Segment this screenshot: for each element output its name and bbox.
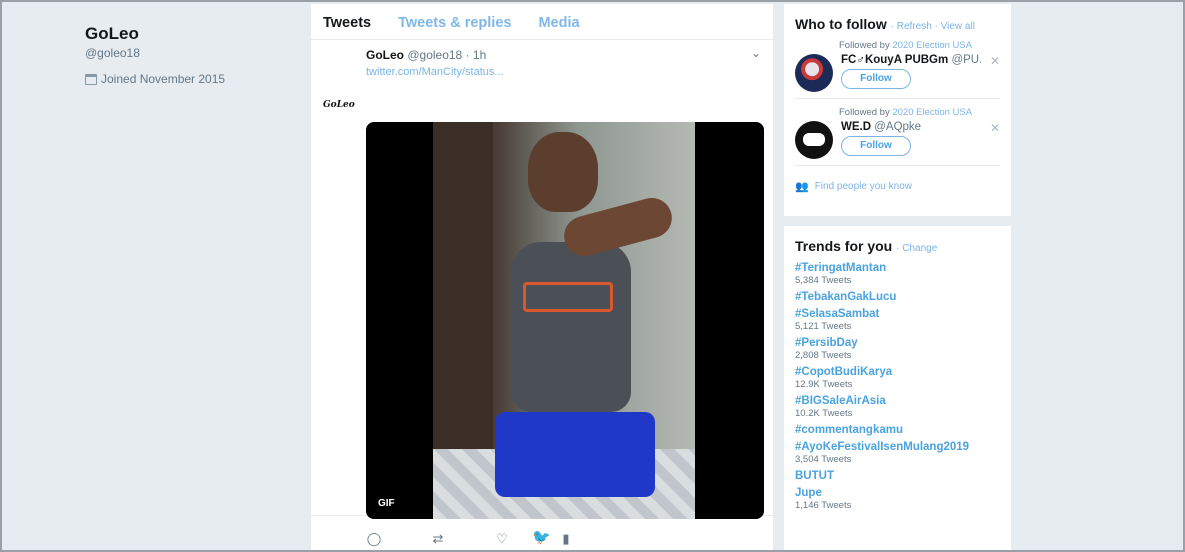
trend-count: 12.9K Tweets [795, 379, 853, 390]
gamepad-icon [803, 133, 825, 146]
avatar[interactable] [795, 54, 833, 92]
trend-tag[interactable]: BUTUT [795, 470, 1000, 482]
tweet-avatar[interactable]: GoLeo [323, 100, 355, 114]
followed-by-account[interactable]: 2020 Election USA [892, 107, 972, 118]
refresh-link[interactable]: · Refresh [891, 21, 932, 32]
trend-count: 3,504 Tweets [795, 454, 852, 465]
suggestion-handle: @AQpke [874, 121, 922, 133]
trend-item[interactable]: #TebakanGakLucu [784, 291, 1011, 303]
trends-heading: Trends for you [795, 238, 893, 254]
followed-by-prefix: Followed by [839, 107, 893, 118]
follow-button[interactable]: Follow [841, 136, 911, 156]
follow-suggestion: Followed by 2020 Election USA WE.D @AQpk… [795, 99, 1000, 166]
trend-count: 10.2K Tweets [795, 408, 853, 419]
joined-date: Joined November 2015 [85, 72, 285, 86]
tweet-meta: @goleo18 · 1h [407, 48, 487, 62]
gif-person-head [528, 132, 598, 212]
analytics-icon[interactable]: ▮ [558, 531, 574, 547]
trend-item[interactable]: Jupe 1,146 Tweets [784, 487, 1011, 511]
trend-tag[interactable]: #BIGSaleAirAsia [795, 395, 1000, 407]
who-to-follow-heading: Who to follow [795, 16, 887, 32]
find-people-link[interactable]: 👥 Find people you know [784, 166, 1011, 207]
calendar-icon [85, 73, 97, 85]
followed-by: Followed by 2020 Election USA [839, 107, 972, 118]
who-to-follow-card: Who to follow · Refresh · View all Follo… [784, 4, 1011, 216]
trend-item[interactable]: #BIGSaleAirAsia 10.2K Tweets [784, 395, 1011, 419]
suggestion-handle: @PU... [951, 54, 981, 66]
tweet-media-gif[interactable]: GIF [366, 122, 764, 519]
trend-tag[interactable]: #CopotBudiKarya [795, 366, 1000, 378]
trend-item[interactable]: #AyoKeFestivalIsenMulang2019 3,504 Tweets [784, 441, 1011, 465]
trend-tag[interactable]: #commentangkamu [795, 424, 1000, 436]
find-people-label[interactable]: Find people you know [815, 181, 912, 192]
close-icon[interactable]: ✕ [990, 121, 1000, 135]
people-icon: 👥 [795, 181, 809, 193]
trend-item[interactable]: #CopotBudiKarya 12.9K Tweets [784, 366, 1011, 390]
trend-tag[interactable]: #PersibDay [795, 337, 1000, 349]
chevron-down-icon[interactable]: ⌄ [751, 46, 761, 60]
tweet-link[interactable]: twitter.com/ManCity/status... [366, 66, 761, 78]
tab-tweets-and-replies[interactable]: Tweets & replies [398, 4, 511, 39]
tweet-header: GoLeo @goleo18 · 1h [366, 48, 761, 62]
trend-tag[interactable]: #AyoKeFestivalIsenMulang2019 [795, 441, 1000, 453]
trend-item[interactable]: BUTUT [784, 470, 1011, 482]
profile-name[interactable]: GoLeo [85, 24, 285, 44]
suggestion-display-name[interactable]: WE.D [841, 121, 871, 133]
joined-label: Joined November 2015 [101, 72, 226, 86]
trends-title: Trends for you · Change [784, 226, 1011, 254]
reply-icon[interactable]: ◯ [366, 531, 382, 547]
refresh-label[interactable]: Refresh [897, 21, 932, 32]
close-icon[interactable]: ✕ [990, 54, 1000, 68]
gif-frame [433, 122, 695, 519]
profile-handle: @goleo18 [85, 46, 140, 60]
gif-person-shorts [495, 412, 655, 497]
gif-shirt-logo [523, 282, 613, 312]
follow-suggestion: Followed by 2020 Election USA FC♂KouyA P… [795, 32, 1000, 99]
trend-tag[interactable]: #TebakanGakLucu [795, 291, 1000, 303]
tab-media[interactable]: Media [538, 4, 579, 39]
profile-summary: GoLeo @goleo18 Joined November 2015 [85, 24, 285, 86]
trends-card: Trends for you · Change #TeringatMantan 5… [784, 226, 1011, 552]
view-all-link[interactable]: View all [941, 21, 975, 32]
change-link[interactable]: · Change [896, 243, 937, 254]
trend-item[interactable]: #TeringatMantan 5,384 Tweets [784, 262, 1011, 286]
trend-item[interactable]: #PersibDay 2,808 Tweets [784, 337, 1011, 361]
trends-list: #TeringatMantan 5,384 Tweets #TebakanGakL… [784, 254, 1011, 511]
trend-count: 1,146 Tweets [795, 500, 852, 511]
trend-tag[interactable]: Jupe [795, 487, 1000, 499]
gif-person-torso [511, 242, 631, 412]
followed-by-account[interactable]: 2020 Election USA [892, 40, 972, 51]
followed-by-prefix: Followed by [839, 40, 893, 51]
avatar[interactable] [795, 121, 833, 159]
like-icon[interactable]: ♡ [494, 531, 510, 547]
trend-tag[interactable]: #TeringatMantan [795, 262, 1000, 274]
trend-tag[interactable]: #SelasaSambat [795, 308, 1000, 320]
profile-tabs: Tweets Tweets & replies Media [311, 4, 773, 40]
trend-count: 5,384 Tweets [795, 275, 852, 286]
twitter-bird-icon: 🐦 [532, 529, 551, 546]
trend-item[interactable]: #SelasaSambat 5,121 Tweets [784, 308, 1011, 332]
follow-button[interactable]: Follow [841, 69, 911, 89]
tab-tweets[interactable]: Tweets [323, 4, 371, 39]
link-separator: · [931, 21, 941, 32]
suggestion-display-name[interactable]: FC♂KouyA PUBGm [841, 54, 948, 66]
tweet[interactable]: GoLeo GoLeo @goleo18 · 1h twitter.com/Ma… [311, 40, 773, 546]
followed-by: Followed by 2020 Election USA [839, 40, 972, 51]
tweet-author-name[interactable]: GoLeo [366, 48, 404, 62]
who-to-follow-title: Who to follow · Refresh · View all [784, 4, 1011, 32]
change-label[interactable]: Change [902, 243, 937, 254]
retweet-icon[interactable]: ⇄ [430, 531, 446, 547]
timeline: Tweets Tweets & replies Media GoLeo GoLe… [311, 4, 773, 552]
trend-count: 5,121 Tweets [795, 321, 852, 332]
gif-badge: GIF [373, 495, 400, 512]
suggestion-name[interactable]: FC♂KouyA PUBGm @PU... [841, 54, 981, 66]
trend-item[interactable]: #commentangkamu [784, 424, 1011, 436]
suggestion-name[interactable]: WE.D @AQpke [841, 121, 981, 133]
trend-count: 2,808 Tweets [795, 350, 852, 361]
